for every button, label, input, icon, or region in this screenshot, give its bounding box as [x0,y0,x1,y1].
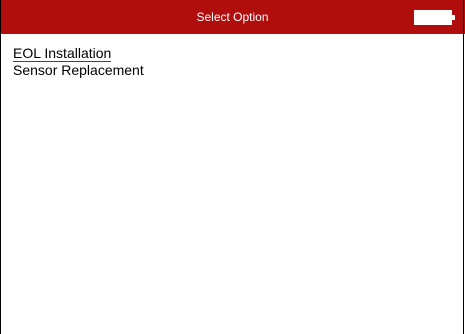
battery-tip [452,15,455,20]
menu-item-eol-installation[interactable]: EOL Installation [13,46,112,62]
menu-item-sensor-replacement[interactable]: Sensor Replacement [13,62,144,78]
page-title: Select Option [196,10,269,24]
battery-icon [414,10,455,25]
battery-body [414,10,452,25]
screen-frame-left [0,0,1,334]
option-menu: EOL Installation Sensor Replacement [13,46,144,78]
battery-level-fill [416,12,452,25]
title-bar: Select Option [0,0,465,34]
screen-frame-right [463,0,464,334]
tool-screen: Select Option EOL Installation Sensor Re… [0,0,465,334]
